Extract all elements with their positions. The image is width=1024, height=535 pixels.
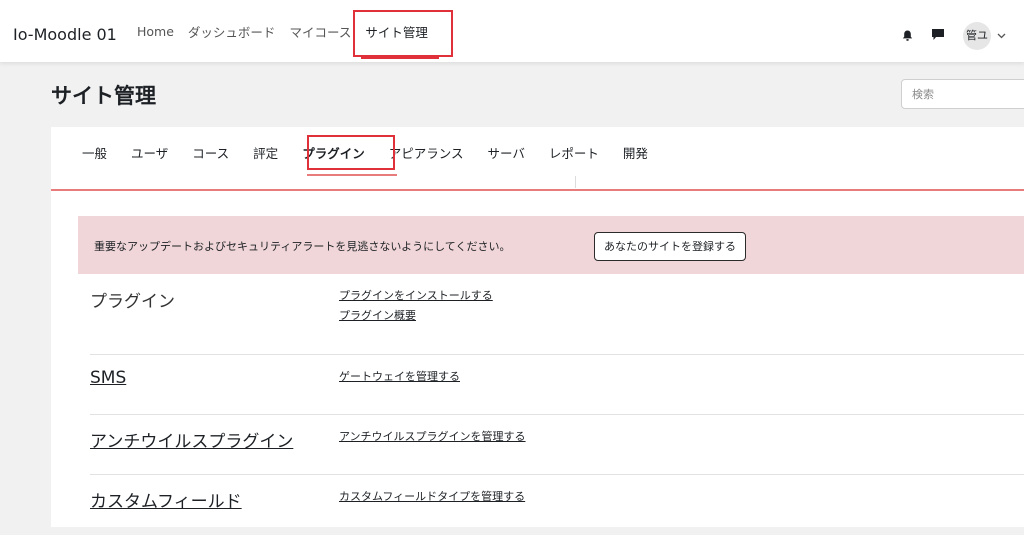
active-tab-underline bbox=[307, 174, 397, 176]
tab-reports[interactable]: レポート bbox=[549, 143, 599, 162]
manage-gateways-link[interactable]: ゲートウェイを管理する bbox=[339, 367, 460, 387]
tab-appearance[interactable]: アピアランス bbox=[389, 143, 464, 162]
section-sms: SMS ゲートウェイを管理する bbox=[90, 354, 1024, 415]
user-avatar[interactable]: 管ユ bbox=[963, 22, 991, 50]
admin-card: 一般 ユーザ コース 評定 プラグイン アピアランス サーバ レポート 開発 重… bbox=[51, 127, 1024, 527]
section-custom-fields: カスタムフィールド カスタムフィールドタイプを管理する bbox=[90, 474, 1024, 535]
section-title-link[interactable]: カスタムフィールド bbox=[90, 487, 242, 512]
nav-home[interactable]: Home bbox=[137, 24, 174, 39]
nav-my-courses[interactable]: マイコース bbox=[289, 22, 351, 41]
section-plugins: プラグイン プラグインをインストールする プラグイン概要 bbox=[90, 274, 1024, 354]
registration-alert: 重要なアップデートおよびセキュリティアラートを見逃さないようにしてください。 あ… bbox=[78, 216, 1024, 274]
tab-development[interactable]: 開発 bbox=[623, 143, 648, 162]
manage-antivirus-link[interactable]: アンチウイルスプラグインを管理する bbox=[339, 427, 526, 447]
site-brand[interactable]: Io-Moodle 01 bbox=[13, 25, 117, 44]
section-title-link[interactable]: SMS bbox=[90, 368, 126, 388]
tab-users[interactable]: ユーザ bbox=[131, 143, 168, 162]
messages-chat-icon[interactable] bbox=[931, 28, 945, 41]
top-navbar: Io-Moodle 01 Home ダッシュボード マイコース サイト管理 管ユ bbox=[0, 0, 1024, 62]
register-site-button[interactable]: あなたのサイトを登録する bbox=[594, 232, 746, 261]
tab-grades[interactable]: 評定 bbox=[253, 143, 278, 162]
page-title: サイト管理 bbox=[51, 84, 156, 108]
nav-dashboard[interactable]: ダッシュボード bbox=[188, 22, 276, 41]
tab-general[interactable]: 一般 bbox=[82, 143, 107, 162]
tab-server[interactable]: サーバ bbox=[487, 143, 524, 162]
tab-courses[interactable]: コース bbox=[192, 143, 229, 162]
plugins-overview-link[interactable]: プラグイン概要 bbox=[339, 306, 493, 326]
active-nav-underline bbox=[361, 57, 439, 59]
admin-tabs: 一般 ユーザ コース 評定 プラグイン アピアランス サーバ レポート 開発 bbox=[51, 127, 1024, 191]
tab-divider bbox=[575, 176, 576, 188]
plugins-tab-highlight-box bbox=[307, 135, 395, 170]
section-antivirus: アンチウイルスプラグイン アンチウイルスプラグインを管理する bbox=[90, 414, 1024, 475]
site-admin-highlight-box bbox=[353, 10, 453, 57]
chevron-down-icon[interactable] bbox=[997, 33, 1006, 39]
search-input[interactable] bbox=[901, 79, 1024, 109]
alert-message: 重要なアップデートおよびセキュリティアラートを見逃さないようにしてください。 bbox=[94, 240, 511, 253]
manage-custom-field-types-link[interactable]: カスタムフィールドタイプを管理する bbox=[339, 487, 525, 507]
section-title-link[interactable]: アンチウイルスプラグイン bbox=[90, 427, 293, 452]
section-title: プラグイン bbox=[90, 292, 175, 312]
notification-bell-icon[interactable] bbox=[902, 30, 913, 41]
install-plugins-link[interactable]: プラグインをインストールする bbox=[339, 286, 493, 306]
